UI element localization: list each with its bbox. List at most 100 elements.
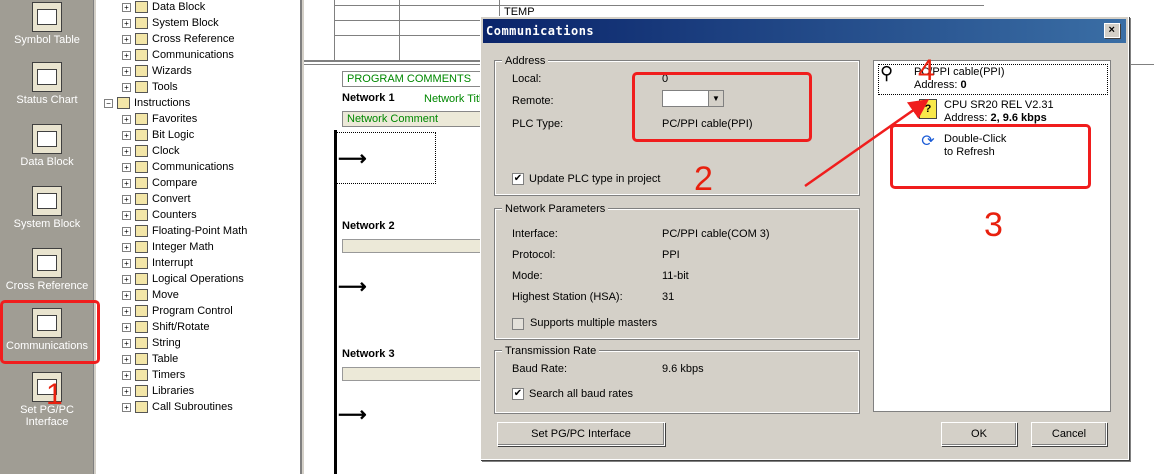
- expand-icon[interactable]: +: [122, 178, 131, 188]
- tree-item-instruction[interactable]: + Timers: [122, 367, 185, 383]
- tree-item-label: Libraries: [152, 385, 195, 397]
- baud-rate-label: Baud Rate:: [512, 363, 568, 375]
- interface-label: Interface:: [512, 228, 558, 240]
- update-plc-type-checkbox[interactable]: ✔: [512, 173, 524, 185]
- expand-icon[interactable]: +: [122, 162, 131, 172]
- ok-button[interactable]: OK: [941, 422, 1017, 446]
- group-title: Transmission Rate: [502, 345, 600, 357]
- set-pgpc-interface-button[interactable]: Set PG/PC Interface: [497, 422, 665, 446]
- tree-item[interactable]: + System Block: [122, 15, 219, 31]
- nav-data-block[interactable]: Data Block: [0, 124, 94, 168]
- nav-label: System Block: [13, 218, 81, 230]
- address-prefix: Address:: [944, 112, 991, 124]
- transmission-rate-group: Transmission Rate: [494, 345, 860, 414]
- interface-value: PC/PPI cable(COM 3): [662, 228, 770, 240]
- expand-icon[interactable]: +: [122, 130, 131, 140]
- expand-icon[interactable]: +: [122, 114, 131, 124]
- nav-status-chart[interactable]: Status Chart: [0, 62, 94, 106]
- expand-icon[interactable]: +: [122, 402, 131, 412]
- expand-icon[interactable]: +: [122, 370, 131, 380]
- local-label: Local:: [512, 73, 542, 85]
- expand-icon[interactable]: +: [122, 194, 131, 204]
- instruction-folder-icon: [135, 193, 148, 206]
- program-comments-field[interactable]: PROGRAM COMMENTS: [342, 71, 482, 87]
- expand-icon[interactable]: +: [122, 242, 131, 252]
- tree-item[interactable]: + Communications: [122, 47, 234, 63]
- expand-icon[interactable]: +: [122, 146, 131, 156]
- nav-cross-reference[interactable]: Cross Reference: [0, 248, 94, 292]
- dialog-title: Communications: [486, 24, 595, 38]
- tree-item-instruction[interactable]: + Bit Logic: [122, 127, 194, 143]
- cpu-address: Address: 2, 9.6 kbps: [944, 112, 1047, 124]
- tree-item-instruction[interactable]: + Convert: [122, 191, 191, 207]
- expand-icon[interactable]: +: [122, 226, 131, 236]
- expand-icon[interactable]: +: [122, 66, 131, 76]
- tree-item-label: Logical Operations: [152, 273, 244, 285]
- expand-icon[interactable]: +: [122, 354, 131, 364]
- nav-label: Status Chart: [16, 94, 78, 106]
- close-button[interactable]: ×: [1104, 23, 1120, 38]
- expand-icon[interactable]: +: [122, 290, 131, 300]
- tree-item-instruction[interactable]: + Program Control: [122, 303, 233, 319]
- expand-icon[interactable]: +: [122, 386, 131, 396]
- tree-item[interactable]: + Data Block: [122, 0, 205, 15]
- network-2-comment[interactable]: [342, 239, 482, 253]
- expand-icon[interactable]: +: [122, 338, 131, 348]
- tree-item-instruction[interactable]: + Shift/Rotate: [122, 319, 209, 335]
- expand-icon[interactable]: +: [122, 82, 131, 92]
- dialog-titlebar[interactable]: Communications ×: [483, 19, 1126, 43]
- instruction-folder-icon: [135, 129, 148, 142]
- baud-rate-value: 9.6 kbps: [662, 363, 704, 375]
- expand-icon[interactable]: +: [122, 18, 131, 28]
- search-all-baud-checkbox[interactable]: ✔: [512, 388, 524, 400]
- annotation-number-3: 3: [984, 206, 1003, 244]
- tree-item-label: Floating-Point Math: [152, 225, 248, 237]
- tree-item-instruction[interactable]: + Counters: [122, 207, 197, 223]
- status-chart-icon: [32, 62, 62, 92]
- tree-item-label: Data Block: [152, 1, 206, 13]
- tree-item-instructions[interactable]: − Instructions: [104, 95, 190, 111]
- annotation-number-1: 1: [46, 378, 63, 411]
- tree-item-label: Table: [152, 353, 179, 365]
- tree-item-instruction[interactable]: + Call Subroutines: [122, 399, 233, 415]
- instruction-folder-icon: [135, 241, 148, 254]
- nav-system-block[interactable]: System Block: [0, 186, 94, 230]
- expand-icon[interactable]: +: [122, 2, 131, 12]
- expand-icon[interactable]: +: [122, 322, 131, 332]
- hsa-label: Highest Station (HSA):: [512, 291, 623, 303]
- mode-value: 11-bit: [662, 270, 689, 282]
- tree-item[interactable]: + Wizards: [122, 63, 192, 79]
- tree-item-instruction[interactable]: + String: [122, 335, 181, 351]
- symbol-table-icon: [32, 2, 62, 32]
- tree-item-instruction[interactable]: + Compare: [122, 175, 197, 191]
- tree-item-instruction[interactable]: + Clock: [122, 143, 180, 159]
- cpu-name[interactable]: CPU SR20 REL V2.31: [944, 99, 1054, 111]
- network-title[interactable]: Network Title: [424, 93, 488, 105]
- expand-icon[interactable]: +: [122, 258, 131, 268]
- network-3-comment[interactable]: [342, 367, 482, 381]
- tree-item[interactable]: + Tools: [122, 79, 178, 95]
- tree-item[interactable]: + Cross Reference: [122, 31, 235, 47]
- tree-item-instruction[interactable]: + Integer Math: [122, 239, 214, 255]
- tree-item-instruction[interactable]: + Floating-Point Math: [122, 223, 247, 239]
- tree-item-label: Clock: [152, 145, 180, 157]
- tree-item-instruction[interactable]: + Libraries: [122, 383, 194, 399]
- tree-item-instruction[interactable]: + Interrupt: [122, 255, 193, 271]
- tree-item-instruction[interactable]: + Favorites: [122, 111, 197, 127]
- tree-item-instruction[interactable]: + Logical Operations: [122, 271, 244, 287]
- expand-icon[interactable]: +: [122, 34, 131, 44]
- tree-item-instruction[interactable]: + Communications: [122, 159, 234, 175]
- tree-item-instruction[interactable]: + Move: [122, 287, 179, 303]
- cancel-button[interactable]: Cancel: [1031, 422, 1107, 446]
- expand-icon[interactable]: +: [122, 306, 131, 316]
- expand-icon[interactable]: +: [122, 50, 131, 60]
- multiple-masters-checkbox[interactable]: [512, 318, 524, 330]
- network-comment-field[interactable]: Network Comment: [342, 111, 482, 127]
- nav-symbol-table[interactable]: Symbol Table: [0, 2, 94, 46]
- collapse-icon[interactable]: −: [104, 98, 113, 108]
- tree-item-instruction[interactable]: + Table: [122, 351, 178, 367]
- expand-icon[interactable]: +: [122, 274, 131, 284]
- tree-item-label: Timers: [152, 369, 186, 381]
- expand-icon[interactable]: +: [122, 210, 131, 220]
- tree-item-label: Communications: [152, 161, 234, 173]
